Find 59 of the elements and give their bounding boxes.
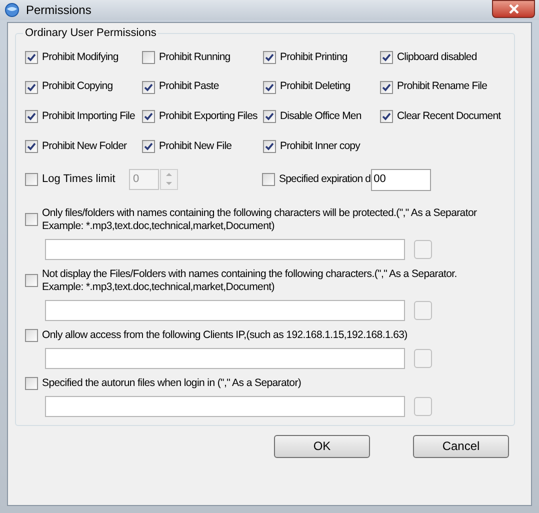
browse-button[interactable] — [414, 240, 432, 258]
checkbox-label: Prohibit New File — [159, 138, 232, 154]
checkbox-label: Disable Office Men — [280, 109, 362, 124]
checkbox[interactable] — [262, 173, 275, 186]
browse-button[interactable] — [414, 348, 432, 368]
date-field[interactable]: 00 — [370, 168, 431, 190]
checkbox[interactable] — [25, 50, 38, 64]
checkbox-label: Specified expiration d — [279, 172, 371, 187]
checkbox[interactable] — [25, 110, 38, 124]
checkbox-label: Prohibit Deleting — [280, 79, 350, 94]
checkbox-label: Prohibit Importing File — [42, 109, 135, 124]
checkbox[interactable] — [25, 140, 38, 154]
checkbox[interactable] — [263, 50, 276, 64]
cancel-button[interactable]: Cancel — [413, 434, 509, 458]
checkbox[interactable] — [380, 110, 393, 124]
checkbox[interactable] — [25, 80, 38, 94]
checkbox[interactable] — [263, 80, 276, 94]
checkbox-label: Prohibit Inner copy — [280, 138, 360, 154]
checkbox-label: Prohibit New Folder — [42, 138, 127, 154]
checkbox[interactable] — [25, 213, 38, 226]
checkbox-label: Prohibit Exporting Files — [159, 109, 258, 124]
checkbox[interactable] — [142, 110, 155, 124]
checkbox-label: Prohibit Running — [159, 50, 230, 64]
checkbox-label: Prohibit Rename File — [397, 79, 488, 94]
checkbox[interactable] — [142, 50, 155, 64]
checkbox-label: Clear Recent Document — [397, 109, 501, 124]
checkbox[interactable] — [25, 376, 38, 390]
close-icon — [508, 4, 518, 14]
input-field[interactable] — [45, 348, 405, 368]
option-description: Specified the autorun files when login in ("," As a Separator) — [42, 376, 302, 390]
window-title: Permissions — [26, 2, 92, 19]
browse-button[interactable] — [414, 396, 432, 416]
ok-button[interactable]: OK — [274, 434, 370, 458]
spinner-buttons[interactable] — [160, 169, 178, 190]
input-field[interactable] — [45, 238, 405, 260]
option-description: Only files/folders with names containing the following characters will be protected.("," As a Separator Example: *.mp3,text.doc,technical,market,Document) — [42, 206, 478, 232]
checkbox[interactable] — [25, 328, 38, 342]
input-field[interactable] — [45, 396, 405, 416]
checkbox[interactable] — [142, 80, 155, 94]
checkbox[interactable] — [263, 140, 276, 154]
checkbox[interactable] — [380, 50, 393, 64]
checkbox[interactable] — [263, 110, 276, 124]
checkbox-label: Clipboard disabled — [397, 50, 477, 64]
checkbox-label: Prohibit Paste — [159, 79, 219, 94]
app-icon — [4, 2, 20, 18]
browse-button[interactable] — [414, 300, 432, 320]
input-field[interactable] — [45, 300, 405, 320]
option-description: Only allow access from the following Clients IP,(such as 192.168.1.15,192.168.1.63) — [42, 328, 408, 342]
option-description: Not display the Files/Folders with names containing the following characters.("," As a Separator. Example: *.mp3,text.doc,technical,market,Document) — [42, 268, 458, 294]
close-button[interactable] — [492, 0, 535, 18]
checkbox[interactable] — [25, 274, 38, 287]
checkbox[interactable] — [380, 80, 393, 94]
checkbox[interactable] — [25, 173, 38, 186]
checkbox-label: Log Times limit — [42, 172, 116, 188]
group-title: Ordinary User Permissions — [24, 26, 158, 41]
checkbox-label: Prohibit Modifying — [42, 50, 118, 64]
checkbox[interactable] — [142, 140, 155, 154]
checkbox-label: Prohibit Copying — [42, 79, 113, 94]
checkbox-label: Prohibit Printing — [280, 50, 348, 64]
